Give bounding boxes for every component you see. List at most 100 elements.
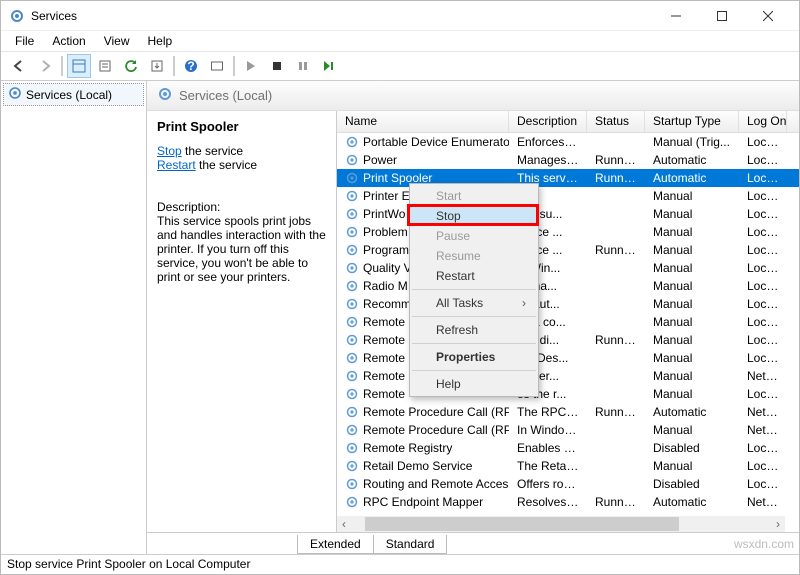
service-row[interactable]: Remote Procedure Call (RP...In Windows..… (337, 421, 799, 439)
service-row[interactable]: PrintWodes su...ManualLocal Sy (337, 205, 799, 223)
context-menu-help[interactable]: Help (410, 374, 538, 394)
column-startup[interactable]: Startup Type (645, 111, 739, 132)
service-row[interactable]: Remoteges di...RunningManualLocal Sy (337, 331, 799, 349)
cell-logon: Local Se (739, 441, 787, 455)
restart-suffix: the service (196, 158, 257, 172)
cell-name: Power (337, 153, 509, 167)
service-row[interactable]: Portable Device Enumerator...Enforces gr… (337, 133, 799, 151)
scrollbar-thumb[interactable] (365, 517, 679, 531)
cell-name: Remote Procedure Call (RPC) (337, 405, 509, 419)
stop-service-button[interactable] (265, 54, 289, 78)
menu-file[interactable]: File (7, 32, 42, 50)
restart-service-button[interactable] (317, 54, 341, 78)
menu-action[interactable]: Action (44, 32, 93, 50)
tab-extended[interactable]: Extended (297, 535, 374, 554)
menu-view[interactable]: View (96, 32, 138, 50)
scroll-left-icon[interactable]: ‹ (337, 516, 351, 532)
column-logon[interactable]: Log On (739, 111, 787, 132)
cell-logon: Local Sy (739, 351, 787, 365)
svg-text:?: ? (187, 59, 194, 73)
horizontal-scrollbar[interactable]: ‹ › (337, 516, 785, 532)
service-row[interactable]: Retail Demo ServiceThe Retail D...Manual… (337, 457, 799, 475)
service-rows: Portable Device Enumerator...Enforces gr… (337, 133, 799, 532)
context-menu-all-tasks[interactable]: All Tasks (410, 293, 538, 313)
cell-description: Resolves RP... (509, 495, 587, 509)
cell-startup: Manual (645, 189, 739, 203)
menu-bar: File Action View Help (1, 31, 799, 51)
cell-startup: Manual (645, 459, 739, 473)
column-status[interactable]: Status (587, 111, 645, 132)
export-button[interactable] (145, 54, 169, 78)
cell-name: Remote Procedure Call (RP... (337, 423, 509, 437)
cell-logon: Local Sy (739, 297, 787, 311)
context-menu-separator (412, 316, 536, 317)
service-row[interactable]: Printer EManualLocal Sy (337, 187, 799, 205)
separator (61, 56, 63, 76)
stop-link[interactable]: Stop (157, 144, 182, 158)
cell-status: Running (587, 243, 645, 257)
cell-name: Remote Registry (337, 441, 509, 455)
cell-startup: Manual (645, 333, 739, 347)
titlebar: Services (1, 1, 799, 31)
service-row[interactable]: Problemervice ...ManualLocal Sy (337, 223, 799, 241)
scroll-right-icon[interactable]: › (771, 516, 785, 532)
back-button[interactable] (7, 54, 31, 78)
status-bar: Stop service Print Spooler on Local Comp… (1, 554, 799, 574)
cell-description: Enforces gr... (509, 135, 587, 149)
cell-description: The Retail D... (509, 459, 587, 473)
detail-view-button[interactable] (67, 54, 91, 78)
menu-help[interactable]: Help (140, 32, 181, 50)
service-row[interactable]: Routing and Remote AccessOffers routi...… (337, 475, 799, 493)
service-row[interactable]: Remoteote Des...ManualLocal Sy (337, 349, 799, 367)
help-button[interactable]: ? (179, 54, 203, 78)
cell-startup: Automatic (645, 153, 739, 167)
cell-startup: Manual (645, 369, 739, 383)
pause-service-button[interactable] (291, 54, 315, 78)
cell-logon: Local Sy (739, 207, 787, 221)
cell-logon: Networ (739, 423, 787, 437)
cell-logon: Local Sy (739, 459, 787, 473)
refresh-button[interactable] (119, 54, 143, 78)
context-menu-pause: Pause (410, 226, 538, 246)
cell-name: Routing and Remote Access (337, 477, 509, 491)
context-menu-refresh[interactable]: Refresh (410, 320, 538, 340)
start-service-button[interactable] (239, 54, 263, 78)
context-menu-properties[interactable]: Properties (410, 347, 538, 367)
forward-button[interactable] (33, 54, 57, 78)
service-row[interactable]: Remote RegistryEnables rem...DisabledLoc… (337, 439, 799, 457)
column-name[interactable]: Name (337, 111, 509, 132)
service-row[interactable]: Remotees the r...ManualLocal Sy (337, 385, 799, 403)
column-description[interactable]: Description (509, 111, 587, 132)
service-row[interactable]: Remotes user...ManualNetwor (337, 367, 799, 385)
properties-button[interactable] (93, 54, 117, 78)
tree-item-services-local[interactable]: Services (Local) (3, 83, 144, 106)
list-pane: Name Description Status Startup Type Log… (337, 111, 799, 532)
close-button[interactable] (745, 1, 791, 31)
tab-standard[interactable]: Standard (373, 535, 448, 554)
cell-startup: Manual (645, 351, 739, 365)
service-row[interactable]: Quality Vty Win...ManualLocal Se (337, 259, 799, 277)
cell-logon: Networ (739, 405, 787, 419)
minimize-button[interactable] (653, 1, 699, 31)
cell-logon: Local Se (739, 279, 787, 293)
service-row[interactable]: Remotees a co...ManualLocal Sy (337, 313, 799, 331)
service-row[interactable]: Print SpoolerThis service ...RunningAuto… (337, 169, 799, 187)
context-menu-stop[interactable]: Stop (410, 206, 538, 226)
console-button[interactable] (205, 54, 229, 78)
cell-startup: Manual (645, 225, 739, 239)
service-row[interactable]: Programervice ...RunningManualLocal Sy (337, 241, 799, 259)
context-menu-separator (412, 343, 536, 344)
content-header: Services (Local) (147, 81, 799, 111)
context-menu-restart[interactable]: Restart (410, 266, 538, 286)
services-app-icon (9, 8, 25, 24)
service-row[interactable]: Remote Procedure Call (RPC)The RPCSS s..… (337, 403, 799, 421)
service-row[interactable]: Radio MMana...ManualLocal Se (337, 277, 799, 295)
service-row[interactable]: RPC Endpoint MapperResolves RP...Running… (337, 493, 799, 511)
cell-startup: Automatic (645, 495, 739, 509)
service-row[interactable]: Recommes aut...ManualLocal Sy (337, 295, 799, 313)
cell-name: RPC Endpoint Mapper (337, 495, 509, 509)
service-row[interactable]: PowerManages p...RunningAutomaticLocal S… (337, 151, 799, 169)
restart-link[interactable]: Restart (157, 158, 196, 172)
maximize-button[interactable] (699, 1, 745, 31)
cell-logon: Local Se (739, 261, 787, 275)
